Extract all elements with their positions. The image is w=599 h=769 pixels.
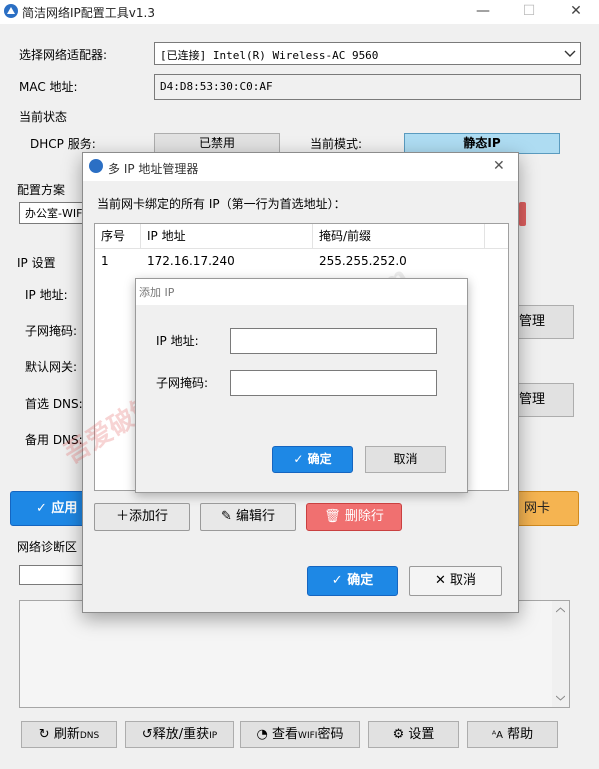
add-ip-dialog: 添加 IP IP 地址: 子网掩码: ✓ 确定 取消 — [135, 278, 468, 493]
dialog-cancel-button[interactable]: ✕ 取消 — [409, 566, 502, 596]
dns2-label: 备用 DNS: — [25, 433, 83, 447]
add-ip-cancel-button[interactable]: 取消 — [365, 446, 446, 473]
mask-label: 子网掩码: — [25, 324, 78, 338]
column-header-ip[interactable]: IP 地址 — [141, 224, 313, 248]
check-icon: ✓ — [293, 452, 304, 466]
trash-icon: 🗑 — [324, 509, 341, 524]
wifi-icon: ◔ — [256, 727, 268, 742]
adapter-select[interactable]: [已连接] Intel(R) Wireless-AC 9560 — [154, 42, 581, 65]
scroll-up-icon[interactable] — [556, 607, 565, 613]
release-ip-button[interactable]: ↺释放/重获IP — [125, 721, 234, 748]
close-icon: ✕ — [434, 573, 446, 588]
dhcp-status: 已禁用 — [154, 133, 280, 154]
add-row-label: 添加行 — [129, 509, 169, 524]
pencil-icon: ✎ — [220, 509, 232, 524]
mac-field: D4:D8:53:30:C0:AF — [154, 74, 581, 100]
add-ip-ip-label: IP 地址: — [156, 334, 199, 348]
add-ip-title-bar: 添加 IP — [136, 279, 467, 305]
refresh-dns-label: 刷新 — [53, 727, 80, 742]
close-button[interactable]: ✕ — [553, 0, 599, 24]
edit-row-label: 编辑行 — [236, 509, 276, 524]
app-icon — [4, 4, 18, 18]
dialog-ok-button[interactable]: ✓ 确定 — [307, 566, 398, 596]
adapter-label: 选择网络适配器: — [19, 48, 108, 62]
wifi-label-small: WIFI — [298, 731, 318, 741]
add-ip-mask-label: 子网掩码: — [156, 376, 209, 390]
multi-ip-dialog: 多 IP 地址管理器 ✕ 当前网卡绑定的所有 IP（第一行为首选地址）： 序号 … — [59, 152, 519, 613]
release-label: 释放/重获 — [152, 727, 210, 742]
help-label: 帮助 — [507, 727, 534, 742]
add-ip-title: 添加 IP — [139, 286, 175, 299]
column-header-mask[interactable]: 掩码/前缀 — [313, 224, 485, 248]
profile-select[interactable]: 办公室-WIFI — [19, 202, 85, 224]
table-row[interactable]: 1 172.16.17.240 255.255.252.0 — [95, 249, 508, 273]
dialog-title-bar: 多 IP 地址管理器 ✕ — [83, 153, 518, 181]
delete-row-button[interactable]: 🗑 删除行 — [306, 503, 402, 531]
mode-label: 当前模式: — [310, 137, 363, 151]
gear-icon: ⚙ — [392, 727, 405, 742]
diagnostics-group-title: 网络诊断区 — [17, 540, 78, 554]
column-header-index[interactable]: 序号 — [95, 224, 141, 248]
reload-icon: ↺ — [141, 727, 153, 742]
settings-label: 设置 — [408, 727, 435, 742]
manage-ip-button[interactable]: 管理 — [516, 305, 574, 339]
refresh-dns-button[interactable]: ↻ 刷新DNS — [21, 721, 117, 748]
delete-row-label: 删除行 — [344, 509, 384, 524]
wifi-label: 查看 — [272, 727, 299, 742]
dialog-close-button[interactable]: ✕ — [493, 158, 505, 174]
dialog-description: 当前网卡绑定的所有 IP（第一行为首选地址）： — [97, 197, 346, 211]
refresh-dns-suffix: DNS — [79, 731, 100, 741]
add-row-button[interactable]: ＋添加行 — [94, 503, 190, 531]
row-mask: 255.255.252.0 — [319, 254, 407, 268]
profile-action-button-edge[interactable] — [519, 202, 526, 226]
row-index: 1 — [101, 254, 109, 268]
add-ip-ok-label: 确定 — [307, 452, 332, 466]
row-ip: 172.16.17.240 — [147, 254, 235, 268]
check-icon: ✓ — [331, 573, 343, 588]
dialog-title: 多 IP 地址管理器 — [108, 162, 199, 176]
scroll-down-icon[interactable] — [556, 695, 565, 701]
ip-label: IP 地址: — [25, 288, 68, 302]
help-button[interactable]: ᴬA 帮助 — [467, 721, 558, 748]
title-bar: 简洁网络IP配置工具v1.3 — ☐ ✕ — [0, 0, 599, 24]
refresh-icon: ↻ — [38, 727, 50, 742]
mode-badge: 静态IP — [404, 133, 560, 154]
ip-settings-group-title: IP 设置 — [17, 256, 56, 270]
mac-label: MAC 地址: — [19, 80, 78, 94]
nic-button[interactable]: 网卡 — [513, 491, 579, 526]
add-ip-ip-input[interactable] — [230, 328, 437, 354]
maximize-button[interactable]: ☐ — [506, 0, 552, 24]
apply-button[interactable]: ✓ 应用 — [10, 491, 90, 526]
table-header: 序号 IP 地址 掩码/前缀 — [95, 224, 508, 249]
chevron-down-icon — [564, 50, 576, 57]
dialog-ok-label: 确定 — [347, 573, 374, 588]
release-suffix: IP — [209, 731, 218, 741]
dialog-cancel-label: 取消 — [450, 573, 477, 588]
minimize-button[interactable]: — — [460, 0, 506, 24]
adapter-value: [已连接] Intel(R) Wireless-AC 9560 — [160, 49, 379, 62]
settings-button[interactable]: ⚙ 设置 — [368, 721, 459, 748]
status-group-title: 当前状态 — [19, 110, 68, 124]
scrollbar[interactable] — [552, 601, 569, 707]
diagnostics-target-input[interactable] — [19, 565, 89, 585]
help-icon: ᴬA — [491, 730, 503, 741]
profile-group-title: 配置方案 — [17, 183, 66, 197]
diagnostics-output[interactable] — [19, 600, 570, 708]
view-wifi-password-button[interactable]: ◔ 查看WIFI密码 — [240, 721, 360, 748]
wifi-label-tail: 密码 — [317, 727, 344, 742]
add-ip-mask-input[interactable] — [230, 370, 437, 396]
window-title: 简洁网络IP配置工具v1.3 — [22, 6, 155, 20]
manage-dns-button[interactable]: 管理 — [516, 383, 574, 417]
gateway-label: 默认网关: — [25, 360, 78, 374]
dhcp-label: DHCP 服务: — [30, 137, 96, 151]
plus-icon: ＋ — [115, 509, 129, 524]
edit-row-button[interactable]: ✎ 编辑行 — [200, 503, 296, 531]
dns1-label: 首选 DNS: — [25, 397, 83, 411]
dialog-app-icon — [89, 159, 103, 173]
add-ip-ok-button[interactable]: ✓ 确定 — [272, 446, 353, 473]
